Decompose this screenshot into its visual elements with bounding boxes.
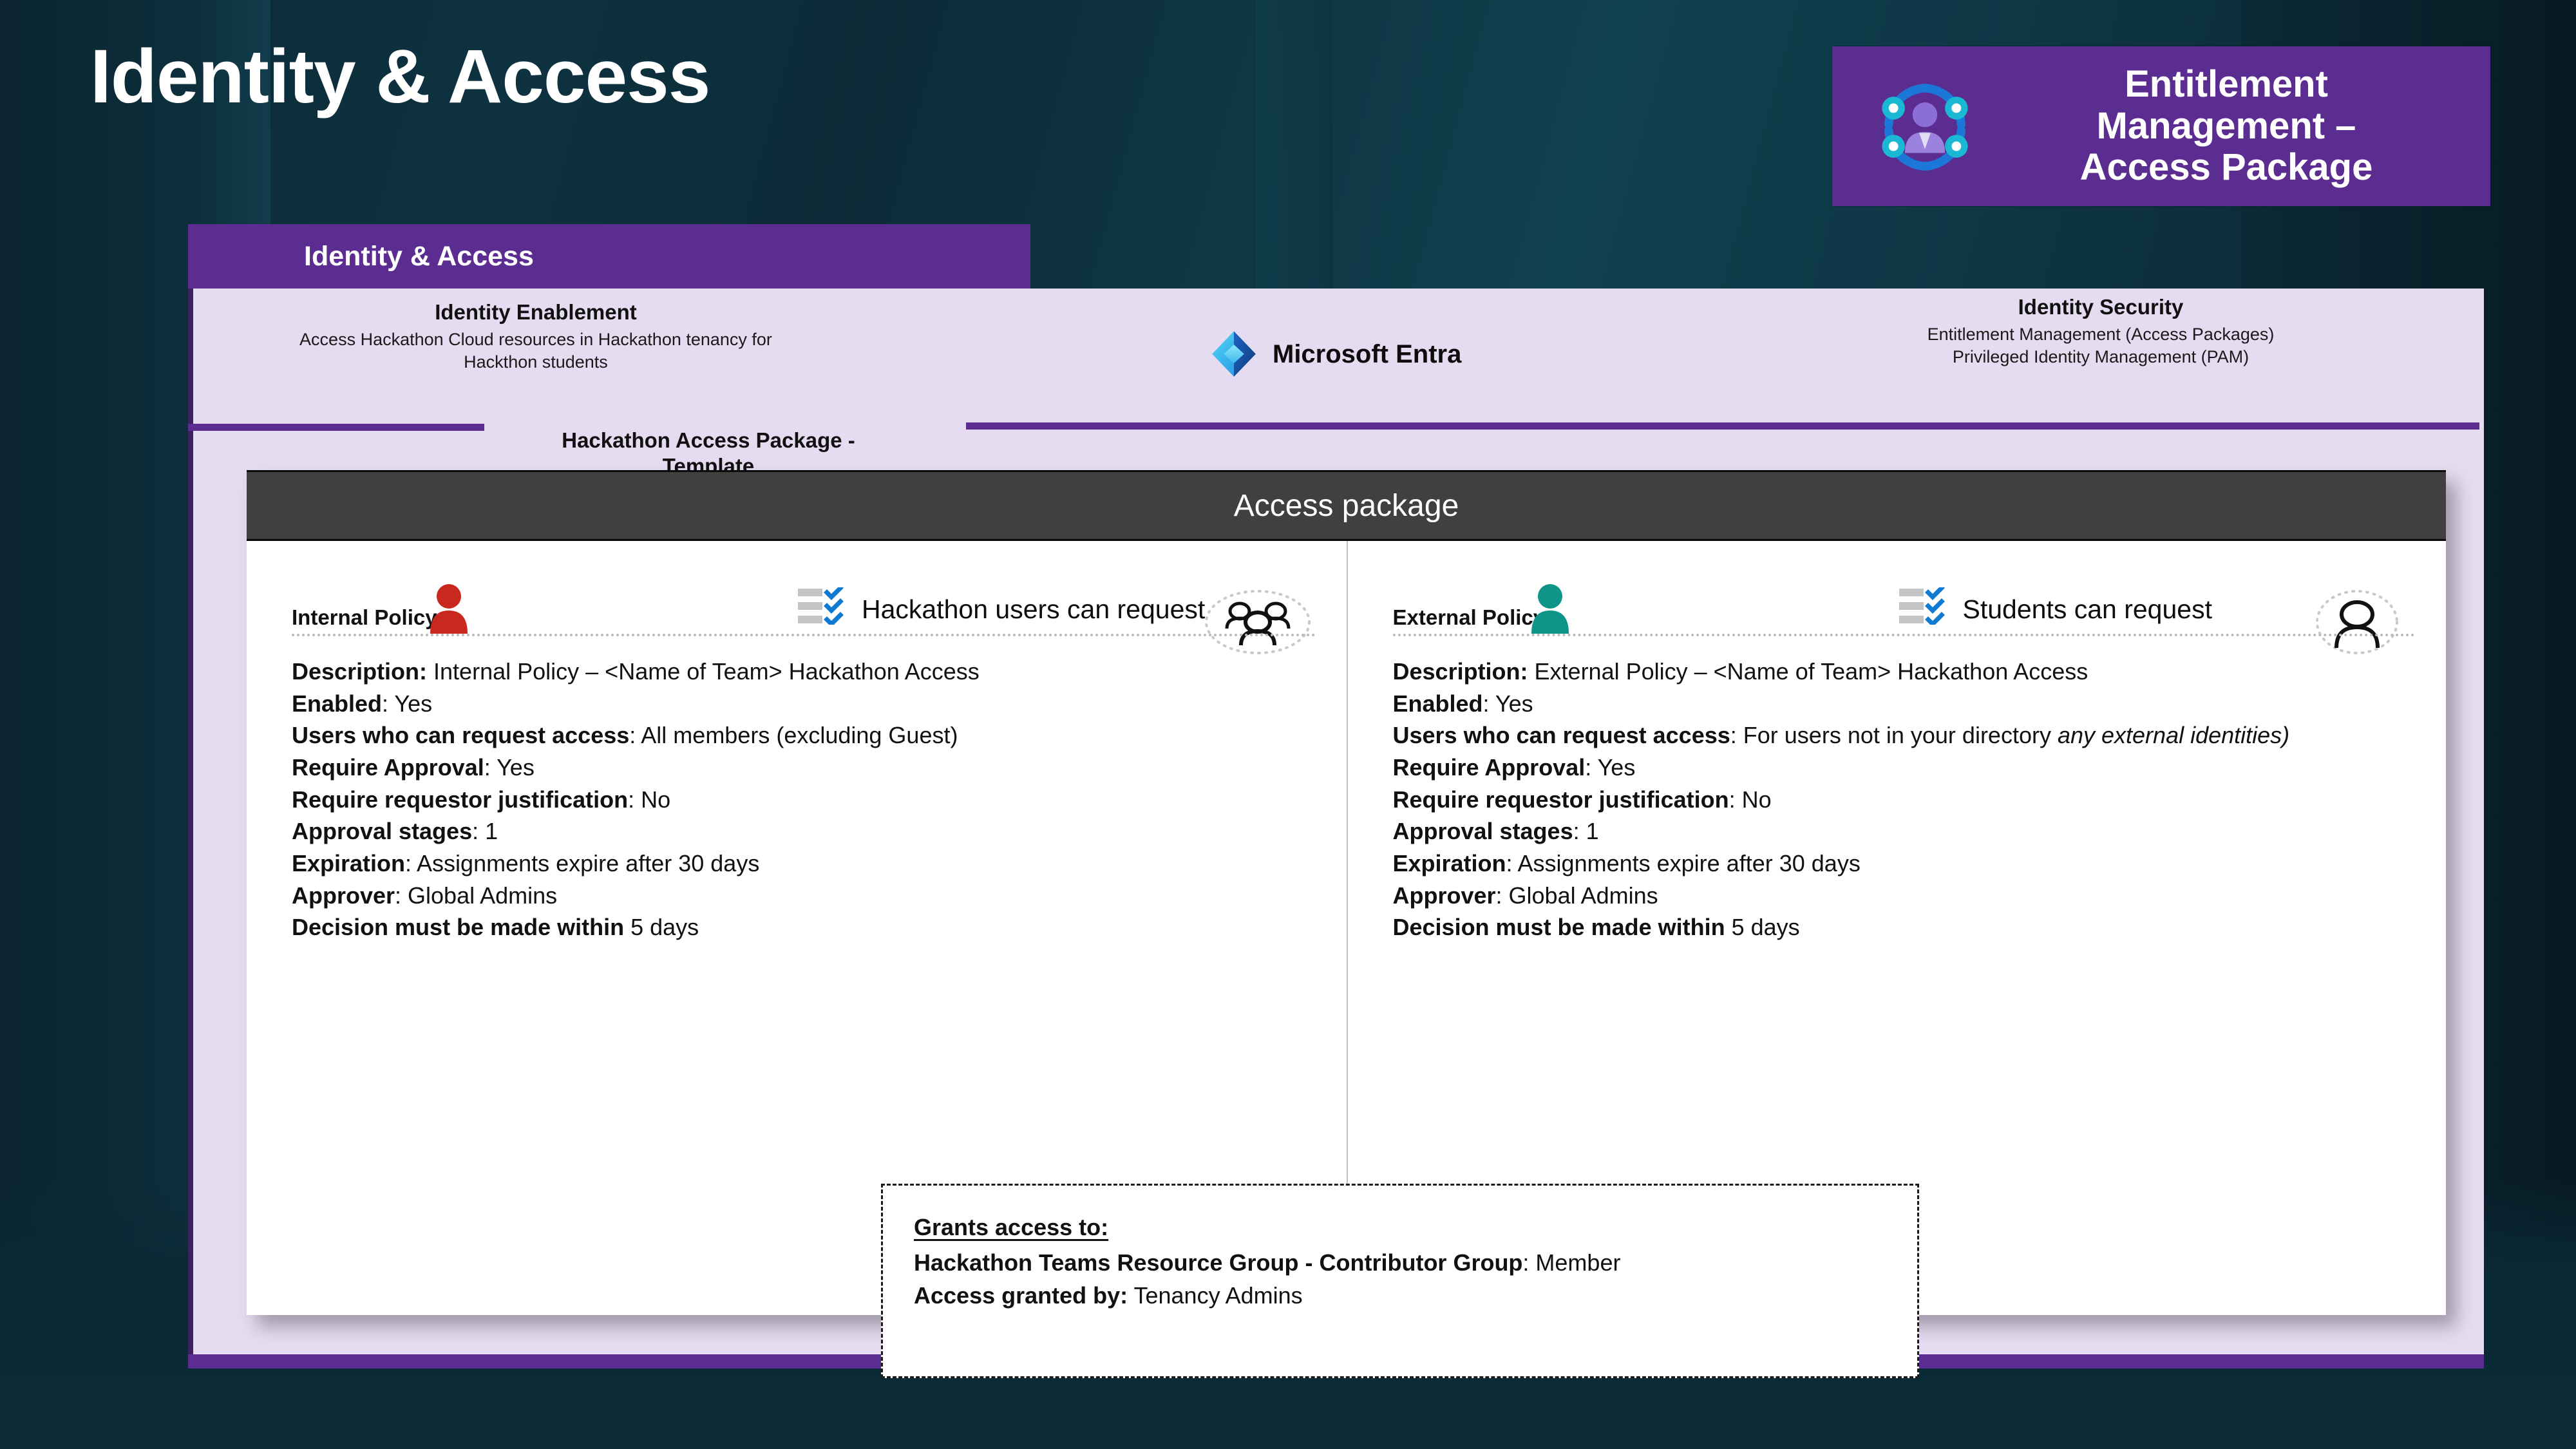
badge-line-3: Access Package (2079, 146, 2373, 189)
identity-enablement-subtitle-line2: Hackthon students (464, 352, 608, 372)
policy-row: Approver: Global Admins (292, 882, 558, 909)
microsoft-entra-label: Microsoft Entra (1273, 339, 1462, 368)
policy-row: Description: Internal Policy – <Name of … (292, 658, 980, 685)
identity-enablement-subtitle-line1: Access Hackathon Cloud resources in Hack… (299, 330, 772, 349)
policy-row: Users who can request access: All member… (292, 722, 958, 749)
policy-row: Decision must be made within 5 days (292, 914, 699, 941)
background-band (0, 0, 193, 1449)
person-icon-red (430, 584, 468, 634)
internal-policy-details: Description: Internal Policy – <Name of … (292, 656, 1316, 943)
policy-row: Decision must be made within 5 days (1392, 914, 1800, 941)
section-tab-label: Identity & Access (304, 240, 534, 272)
access-package-header: Access package (247, 470, 2446, 541)
identity-security-subtitle-line1: Entitlement Management (Access Packages) (1927, 325, 2275, 344)
package-caption-line1: Hackathon Access Package - (562, 428, 855, 452)
header-column-identity-enablement: Identity Enablement Access Hackathon Clo… (265, 300, 806, 374)
person-icon-teal (1531, 584, 1569, 634)
policy-row: Enabled: Yes (292, 690, 433, 717)
badge-title: Entitlement Management – Access Package (1984, 62, 2490, 189)
external-policy-divider (1392, 634, 2415, 636)
identity-enablement-title: Identity Enablement (435, 300, 637, 324)
external-policy-name: External Policy (1392, 605, 1546, 629)
entitlement-management-badge: Entitlement Management – Access Package (1832, 46, 2490, 206)
identity-enablement-subtitle: Access Hackathon Cloud resources in Hack… (265, 328, 806, 374)
badge-line-2: Management – (2096, 104, 2356, 147)
policy-row: Require Approval: Yes (292, 754, 535, 781)
identity-security-subtitle: Entitlement Management (Access Packages)… (1779, 323, 2423, 368)
identity-security-subtitle-line2: Privileged Identity Management (PAM) (1952, 347, 2249, 367)
grants-access-callout: Grants access to: Hackathon Teams Resour… (881, 1184, 1919, 1378)
external-policy-header: External Policy Students can request (1392, 562, 2415, 654)
divider-left (188, 424, 484, 431)
internal-policy-tagline: Hackathon users can request (862, 594, 1206, 624)
external-policy-details: Description: External Policy – <Name of … (1393, 656, 2416, 943)
entitlement-management-icon (1882, 84, 1968, 171)
policy-row: Require requestor justification: No (1392, 786, 1772, 813)
checklist-icon (1899, 587, 1945, 625)
access-package-header-title: Access package (1233, 488, 1459, 523)
policy-row: Description: External Policy – <Name of … (1392, 658, 2088, 685)
grants-access-row: Access granted by: Tenancy Admins (914, 1282, 1303, 1309)
checklist-icon (798, 587, 844, 625)
section-tab: Identity & Access (188, 224, 1030, 289)
policy-row: Expiration: Assignments expire after 30 … (292, 850, 760, 877)
policy-row: Approver: Global Admins (1392, 882, 1658, 909)
grants-access-title: Grants access to: (914, 1214, 1109, 1240)
internal-policy-name: Internal Policy (292, 605, 437, 629)
internal-policy-divider (292, 634, 1316, 636)
policy-row: Approval stages: 1 (292, 818, 498, 845)
page-title: Identity & Access (90, 34, 710, 119)
grants-access-row: Hackathon Teams Resource Group - Contrib… (914, 1249, 1621, 1276)
internal-policy-header: Internal Policy Hackathon users can requ… (292, 562, 1316, 654)
policy-row: Require Approval: Yes (1392, 754, 1636, 781)
header-column-identity-security: Identity Security Entitlement Management… (1779, 295, 2423, 368)
group-of-people-icon (1204, 590, 1311, 654)
badge-line-1: Entitlement (2125, 62, 2328, 105)
policy-row: Expiration: Assignments expire after 30 … (1392, 850, 1861, 877)
identity-security-title: Identity Security (2018, 295, 2184, 319)
policy-row: Approval stages: 1 (1392, 818, 1599, 845)
external-policy-tagline: Students can request (1962, 594, 2212, 624)
policy-row: Users who can request access: For users … (1392, 722, 2290, 749)
microsoft-entra-brand: Microsoft Entra (1211, 330, 1461, 379)
policy-row: Enabled: Yes (1392, 690, 1533, 717)
policy-row: Require requestor justification: No (292, 786, 671, 813)
divider-right (966, 422, 2479, 430)
single-person-outline-icon (2316, 590, 2398, 654)
panel-left-accent (188, 289, 193, 1368)
microsoft-entra-logo (1212, 331, 1256, 377)
